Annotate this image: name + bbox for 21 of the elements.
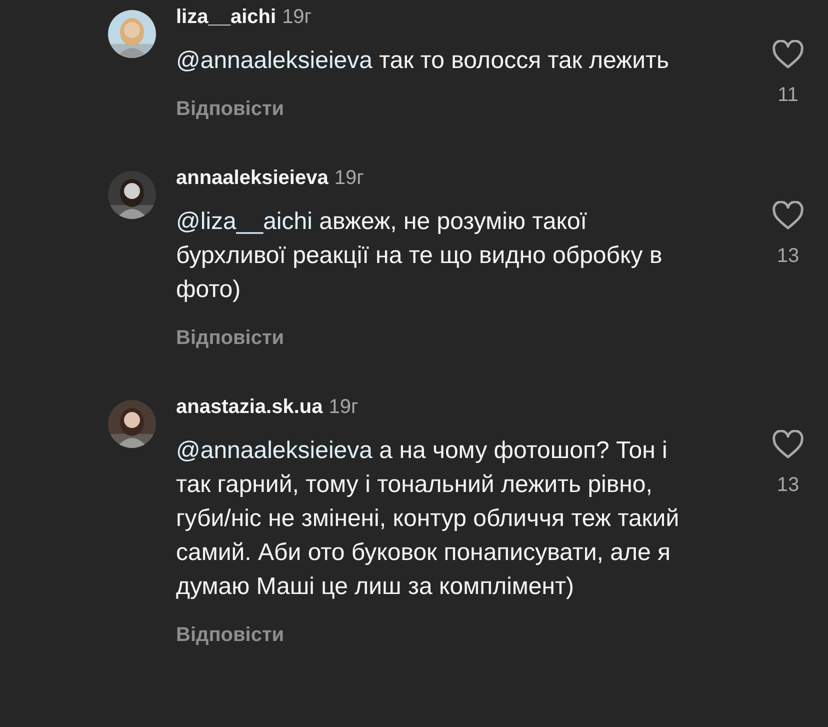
heart-icon[interactable] (772, 430, 804, 460)
reply-button[interactable]: Відповісти (176, 98, 284, 121)
like-count: 13 (776, 474, 800, 497)
username[interactable]: anastazia.sk.ua (176, 396, 323, 419)
reply-button[interactable]: Відповісти (176, 327, 284, 350)
mention-link[interactable]: @annaaleksieieva (176, 437, 372, 464)
comment-text: @liza__aichi авжеж, не розумію такої бурхливої реакції на те що видно обробку в фото) (176, 207, 664, 305)
comment-text: @annaaleksieieva так то волосся так лежить (176, 46, 670, 76)
username[interactable]: liza__aichi (176, 6, 276, 29)
username[interactable]: annaaleksieieva (176, 167, 328, 190)
heart-icon[interactable] (772, 40, 804, 70)
mention-link[interactable]: @annaaleksieieva (176, 47, 372, 74)
like-count: 13 (776, 245, 800, 268)
comment-time: 19г (334, 167, 364, 190)
comment-time: 19г (328, 396, 358, 419)
reply-button[interactable]: Відповісти (176, 624, 284, 647)
like-count: 11 (778, 84, 798, 107)
mention-link[interactable]: @liza__aichi (176, 208, 312, 235)
comment-text: @annaaleksieieva а на чому фотошоп? Тон і так гарний, тому і тональний лежить рівно, губи/ніс не змінені, контур обличчя теж такий самий. Аби ото буковок понаписувати, але я думаю Маші це лиш за комплімент) (176, 436, 680, 602)
heart-icon[interactable] (772, 201, 804, 231)
comment-time: 19г (282, 6, 312, 29)
